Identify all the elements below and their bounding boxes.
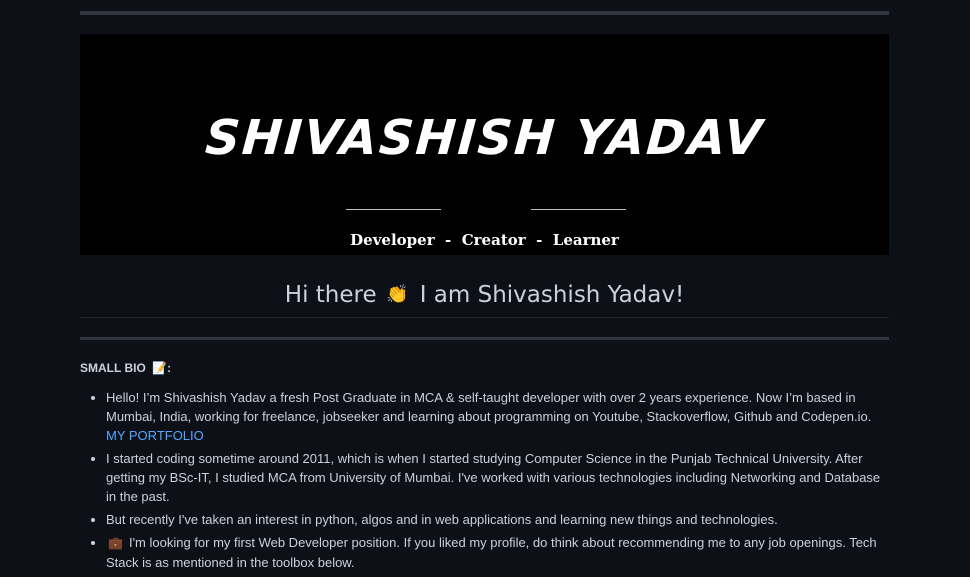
heading-intro: I am Shivashish Yadav! bbox=[419, 282, 685, 308]
page-heading: Hi there 👏 I am Shivashish Yadav! bbox=[80, 279, 889, 311]
portfolio-link[interactable]: MY PORTFOLIO bbox=[106, 428, 204, 443]
top-divider bbox=[80, 11, 889, 15]
bio-item-text: I'm looking for my first Web Developer p… bbox=[106, 535, 877, 570]
banner-tagline: Developer - Creator - Learner bbox=[350, 231, 619, 249]
bio-item-text: I started coding sometime around 2011, w… bbox=[106, 451, 881, 504]
bio-title-colon: : bbox=[167, 361, 172, 375]
banner-line-left bbox=[346, 209, 441, 210]
heading-underline bbox=[80, 317, 889, 318]
heading-greeting: Hi there bbox=[284, 282, 377, 308]
bio-title: SMALL BIO 📝: bbox=[80, 359, 171, 377]
bio-list: Hello! I’m Shivashish Yadav a fresh Post… bbox=[80, 388, 889, 576]
bio-title-text: SMALL BIO bbox=[80, 361, 146, 375]
banner-name: SHIVASHISH YADAV bbox=[203, 110, 766, 166]
readme-page: SHIVASHISH YADAV Developer - Creator - L… bbox=[0, 0, 970, 577]
list-item: I started coding sometime around 2011, w… bbox=[106, 449, 889, 506]
memo-icon: 📝 bbox=[152, 361, 168, 375]
briefcase-icon: 💼 bbox=[108, 536, 123, 550]
bio-item-text: But recently I've taken an interest in p… bbox=[106, 512, 778, 527]
list-item: But recently I've taken an interest in p… bbox=[106, 510, 889, 529]
banner-line-right bbox=[531, 209, 626, 210]
section-divider bbox=[80, 337, 889, 340]
clapping-hands-icon: 👏 bbox=[385, 284, 409, 305]
list-item: Hello! I’m Shivashish Yadav a fresh Post… bbox=[106, 388, 889, 445]
bio-item-text: Hello! I’m Shivashish Yadav a fresh Post… bbox=[106, 390, 872, 424]
list-item: 💼I'm looking for my first Web Developer … bbox=[106, 533, 889, 572]
profile-banner: SHIVASHISH YADAV Developer - Creator - L… bbox=[80, 34, 889, 255]
